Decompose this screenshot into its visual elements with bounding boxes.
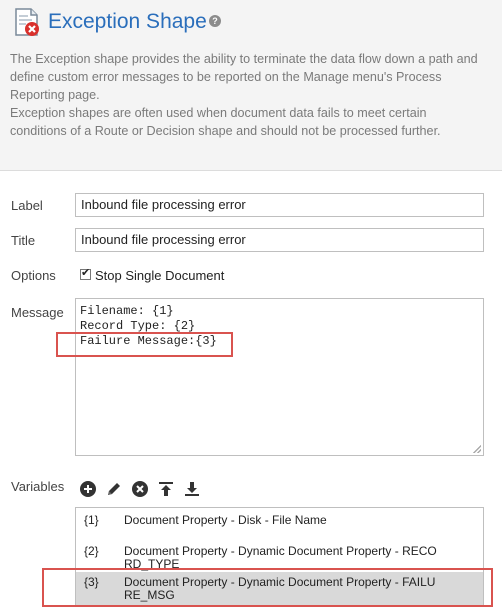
divider xyxy=(0,170,502,171)
checkmark-icon: ✔ xyxy=(81,267,91,279)
exception-shape-icon xyxy=(10,6,42,38)
highlight-box-message xyxy=(56,332,233,357)
description-line: conditions of a Route or Decision shape … xyxy=(10,124,441,138)
help-icon[interactable]: ? xyxy=(209,15,221,27)
description-line: define custom error messages to be repor… xyxy=(10,70,442,84)
message-label: Message xyxy=(11,305,64,320)
page-title: Exception Shape xyxy=(48,10,207,33)
description: The Exception shape provides the ability… xyxy=(10,50,498,140)
resize-grip-icon[interactable] xyxy=(473,445,481,453)
highlight-box-variable xyxy=(42,568,493,607)
list-item[interactable]: {1} Document Property - Disk - File Name xyxy=(76,514,483,540)
move-to-bottom-icon[interactable] xyxy=(183,480,201,498)
pencil-icon[interactable] xyxy=(105,480,123,498)
description-line: Exception shapes are often used when doc… xyxy=(10,106,427,120)
title-input[interactable]: Inbound file processing error xyxy=(75,228,484,252)
label-input[interactable]: Inbound file processing error xyxy=(75,193,484,217)
variable-key: {1} xyxy=(84,513,99,527)
options-label: Options xyxy=(11,268,56,283)
stop-single-document-label[interactable]: Stop Single Document xyxy=(95,268,224,283)
add-icon[interactable] xyxy=(79,480,97,498)
message-line: Filename: {1} xyxy=(80,304,174,318)
variable-description: Document Property - Disk - File Name xyxy=(124,514,444,527)
variable-description-line: Document Property - Disk - File Name xyxy=(124,513,327,527)
message-textarea[interactable]: Filename: {1} Record Type: {2} Failure M… xyxy=(75,298,484,456)
label-label: Label xyxy=(11,198,43,213)
description-line: The Exception shape provides the ability… xyxy=(10,52,478,66)
title-label: Title xyxy=(11,233,36,248)
header-panel: Exception Shape ? The Exception shape pr… xyxy=(0,0,502,170)
remove-icon[interactable] xyxy=(131,480,149,498)
description-line: Reporting page. xyxy=(10,88,100,102)
variables-label: Variables xyxy=(11,479,65,494)
move-to-top-icon[interactable] xyxy=(157,480,175,498)
stop-single-document-checkbox[interactable]: ✔ xyxy=(80,267,91,280)
variable-key: {2} xyxy=(84,544,99,558)
